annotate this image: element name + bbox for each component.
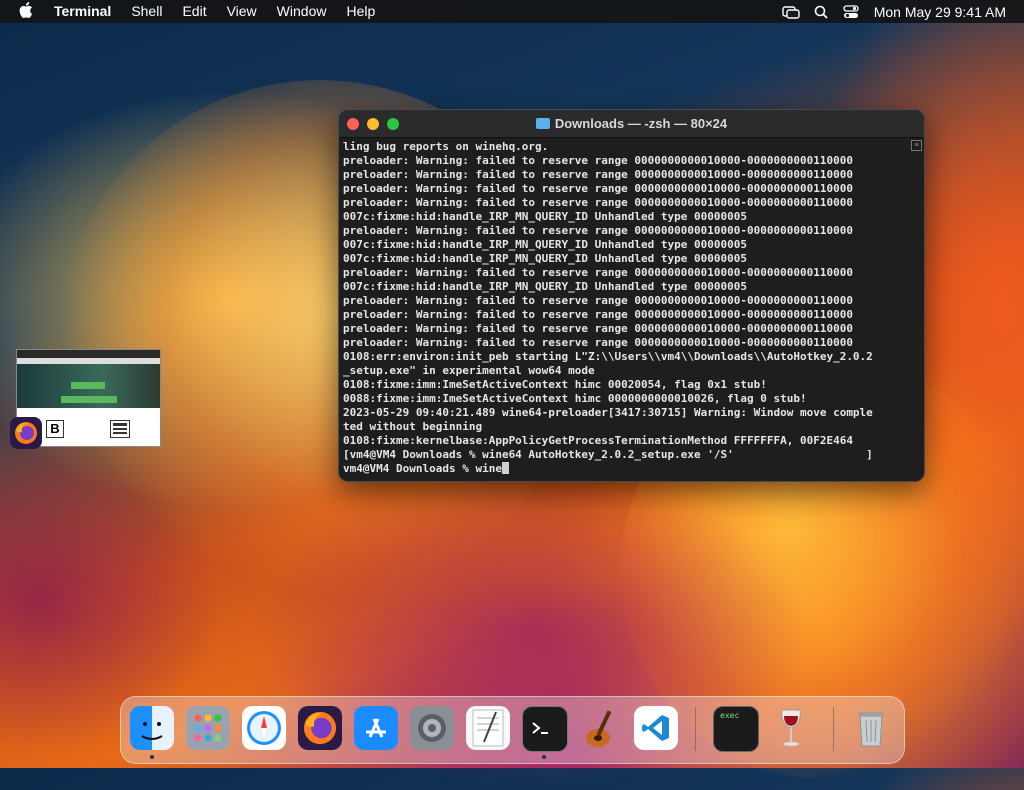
menu-view[interactable]: View — [217, 0, 267, 23]
terminal-line: 2023-05-29 09:40:21.489 wine64-preloader… — [343, 406, 873, 419]
thumbnail-titlebar — [17, 350, 160, 358]
terminal-line: preloader: Warning: failed to reserve ra… — [343, 266, 853, 279]
menu-app-name[interactable]: Terminal — [52, 0, 121, 23]
safari-icon[interactable] — [242, 706, 286, 750]
system-settings-icon[interactable] — [410, 706, 454, 750]
running-indicator — [150, 755, 154, 759]
search-icon[interactable] — [806, 0, 836, 23]
screen-mirroring-icon[interactable] — [776, 0, 806, 23]
scrollbar[interactable]: ≡ — [911, 140, 922, 477]
folder-icon — [535, 118, 550, 129]
terminal-window[interactable]: Downloads — -zsh — 80×24 ling bug report… — [338, 109, 925, 482]
garageband-icon[interactable] — [578, 706, 622, 750]
command-input[interactable]: wine — [475, 462, 502, 475]
terminal-line: preloader: Warning: failed to reserve ra… — [343, 168, 853, 181]
terminal-line: ling bug reports on winehq.org. — [343, 140, 549, 153]
menu-clock[interactable]: Mon May 29 9:41 AM — [866, 4, 1006, 20]
terminal-line: 0108:err:environ:init_peb starting L"Z:\… — [343, 350, 873, 363]
text-cursor — [501, 462, 509, 474]
terminal-line: [vm4@VM4 Downloads % wine64 AutoHotkey_2… — [343, 448, 873, 461]
scroll-menu-icon[interactable]: ≡ — [911, 140, 922, 151]
firefox-icon[interactable] — [298, 706, 342, 750]
terminal-line: preloader: Warning: failed to reserve ra… — [343, 294, 853, 307]
terminal-line: 0108:fixme:kernelbase:AppPolicyGetProces… — [343, 434, 853, 447]
menu-bar: Terminal Shell Edit View Window Help Mon… — [0, 0, 1024, 23]
terminal-icon[interactable] — [522, 706, 568, 752]
terminal-line: 007c:fixme:hid:handle_IRP_MN_QUERY_ID Un… — [343, 210, 747, 223]
textedit-icon[interactable] — [466, 706, 510, 750]
prompt: vm4@VM4 Downloads % — [343, 462, 476, 475]
running-indicator — [542, 755, 546, 759]
terminal-line: preloader: Warning: failed to reserve ra… — [343, 224, 853, 237]
terminal-line: preloader: Warning: failed to reserve ra… — [343, 182, 853, 195]
terminal-line: 007c:fixme:hid:handle_IRP_MN_QUERY_ID Un… — [343, 252, 747, 265]
launchpad-icon[interactable] — [186, 706, 230, 750]
terminal-prompt-line[interactable]: vm4@VM4 Downloads % wine — [343, 462, 908, 476]
thumbnail-button — [71, 382, 105, 389]
terminal-line: preloader: Warning: failed to reserve ra… — [343, 322, 853, 335]
terminal-line: preloader: Warning: failed to reserve ra… — [343, 308, 853, 321]
firefox-icon[interactable] — [10, 417, 42, 449]
dock-separator — [833, 707, 834, 751]
terminal-line: 0088:fixme:imm:ImeSetActiveContext himc … — [343, 392, 807, 405]
exec-icon[interactable]: exec — [713, 706, 759, 752]
trash-icon[interactable] — [849, 706, 893, 750]
control-center-icon[interactable] — [836, 0, 866, 23]
window-icon[interactable] — [110, 420, 130, 438]
menu-shell[interactable]: Shell — [121, 0, 172, 23]
terminal-line: 007c:fixme:hid:handle_IRP_MN_QUERY_ID Un… — [343, 238, 747, 251]
dock-separator — [695, 707, 696, 751]
window-title: Downloads — -zsh — 80×24 — [339, 110, 924, 137]
terminal-line: ted without beginning — [343, 420, 483, 433]
menu-window[interactable]: Window — [267, 0, 337, 23]
dock: exec — [120, 696, 905, 764]
apple-menu-icon[interactable] — [0, 1, 52, 22]
exec-label: exec — [720, 711, 740, 720]
window-title-text: Downloads — -zsh — 80×24 — [554, 116, 728, 131]
terminal-output[interactable]: ling bug reports on winehq.org. preloader… — [343, 140, 908, 477]
terminal-line: preloader: Warning: failed to reserve ra… — [343, 154, 853, 167]
wine-icon[interactable] — [769, 706, 813, 750]
app-store-icon[interactable] — [354, 706, 398, 750]
menu-help[interactable]: Help — [336, 0, 385, 23]
terminal-line: preloader: Warning: failed to reserve ra… — [343, 336, 853, 349]
finder-icon[interactable] — [130, 706, 174, 750]
terminal-line: preloader: Warning: failed to reserve ra… — [343, 196, 853, 209]
terminal-line: _setup.exe" in experimental wow64 mode — [343, 364, 595, 377]
terminal-line: 007c:fixme:hid:handle_IRP_MN_QUERY_ID Un… — [343, 280, 747, 293]
thumbnail-button — [61, 396, 117, 403]
vscode-icon[interactable] — [634, 706, 678, 750]
letter-b-icon[interactable]: B — [46, 420, 64, 438]
title-bar[interactable]: Downloads — -zsh — 80×24 — [339, 110, 924, 138]
terminal-line: 0108:fixme:imm:ImeSetActiveContext himc … — [343, 378, 767, 391]
menu-edit[interactable]: Edit — [172, 0, 216, 23]
